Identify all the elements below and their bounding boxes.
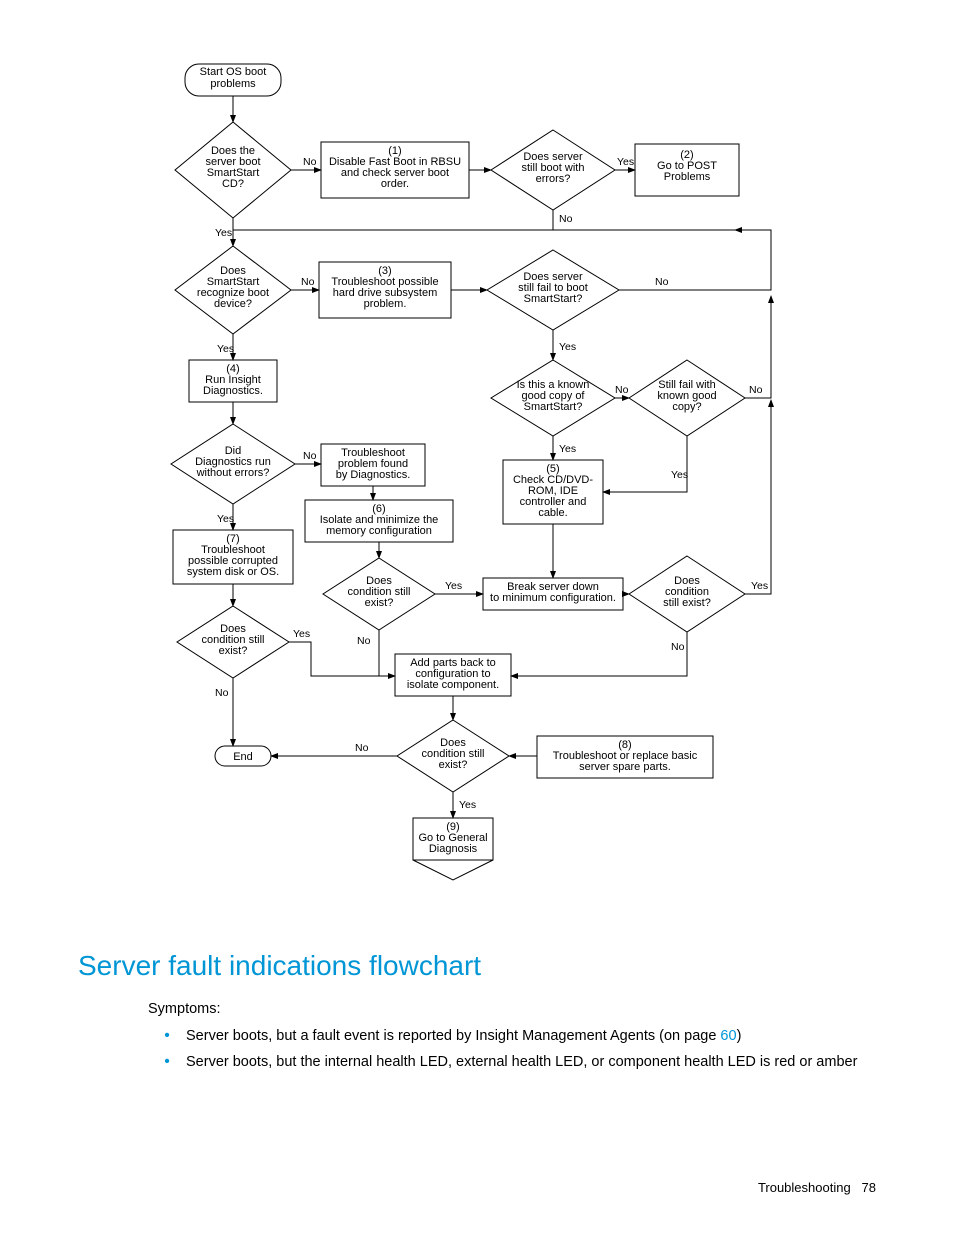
- page-link-60[interactable]: 60: [720, 1028, 736, 1044]
- svg-text:Yes: Yes: [617, 156, 634, 168]
- bullet-icon: •: [148, 1028, 186, 1044]
- svg-text:Yes: Yes: [217, 343, 234, 355]
- svg-text:No: No: [655, 276, 669, 288]
- p-addback: Add parts back toconfiguration toisolate…: [407, 657, 499, 691]
- svg-text:Yes: Yes: [459, 799, 476, 811]
- svg-text:No: No: [355, 742, 369, 754]
- svg-text:No: No: [559, 213, 573, 225]
- bullet-icon: •: [148, 1054, 186, 1070]
- list-item: • Server boots, but a fault event is rep…: [148, 1028, 878, 1044]
- bullet1-text-a: Server boots, but a fault event is repor…: [186, 1028, 720, 1044]
- footer-page-number: 78: [862, 1180, 876, 1195]
- svg-text:No: No: [615, 384, 629, 396]
- page: .ln{stroke:#000;stroke-width:1;fill:none…: [0, 0, 954, 1235]
- svg-text:No: No: [671, 641, 685, 653]
- bullet1-text-b: ): [737, 1028, 742, 1044]
- symptoms-list: • Server boots, but a fault event is rep…: [148, 1028, 878, 1080]
- svg-text:Yes: Yes: [751, 580, 768, 592]
- svg-text:Yes: Yes: [215, 227, 232, 239]
- p-break: Break server downto minimum configuratio…: [490, 581, 616, 604]
- svg-text:Yes: Yes: [217, 513, 234, 525]
- svg-text:No: No: [215, 687, 229, 699]
- section-heading: Server fault indications flowchart: [78, 950, 481, 982]
- symptoms-label: Symptoms:: [148, 1000, 878, 1020]
- svg-text:Yes: Yes: [559, 341, 576, 353]
- p-diag-trouble: Troubleshootproblem foundby Diagnostics.: [336, 447, 411, 481]
- svg-text:No: No: [301, 276, 315, 288]
- svg-text:Yes: Yes: [445, 580, 462, 592]
- svg-text:Yes: Yes: [293, 628, 310, 640]
- flowchart-figure: .ln{stroke:#000;stroke-width:1;fill:none…: [155, 60, 795, 938]
- svg-text:No: No: [749, 384, 763, 396]
- d-still-fail-ss: Does serverstill fail to bootSmartStart?: [518, 271, 588, 305]
- page-footer: Troubleshooting 78: [758, 1180, 876, 1195]
- end-text: End: [233, 751, 253, 763]
- list-item: • Server boots, but the internal health …: [148, 1054, 878, 1070]
- svg-text:No: No: [303, 450, 317, 462]
- footer-section: Troubleshooting: [758, 1180, 851, 1195]
- svg-text:Yes: Yes: [559, 443, 576, 455]
- svg-text:No: No: [357, 635, 371, 647]
- svg-text:Yes: Yes: [671, 469, 688, 481]
- bullet2-text: Server boots, but the internal health LE…: [186, 1054, 878, 1070]
- d-known-copy: Is this a knowngood copy ofSmartStart?: [517, 379, 590, 413]
- svg-text:No: No: [303, 156, 317, 168]
